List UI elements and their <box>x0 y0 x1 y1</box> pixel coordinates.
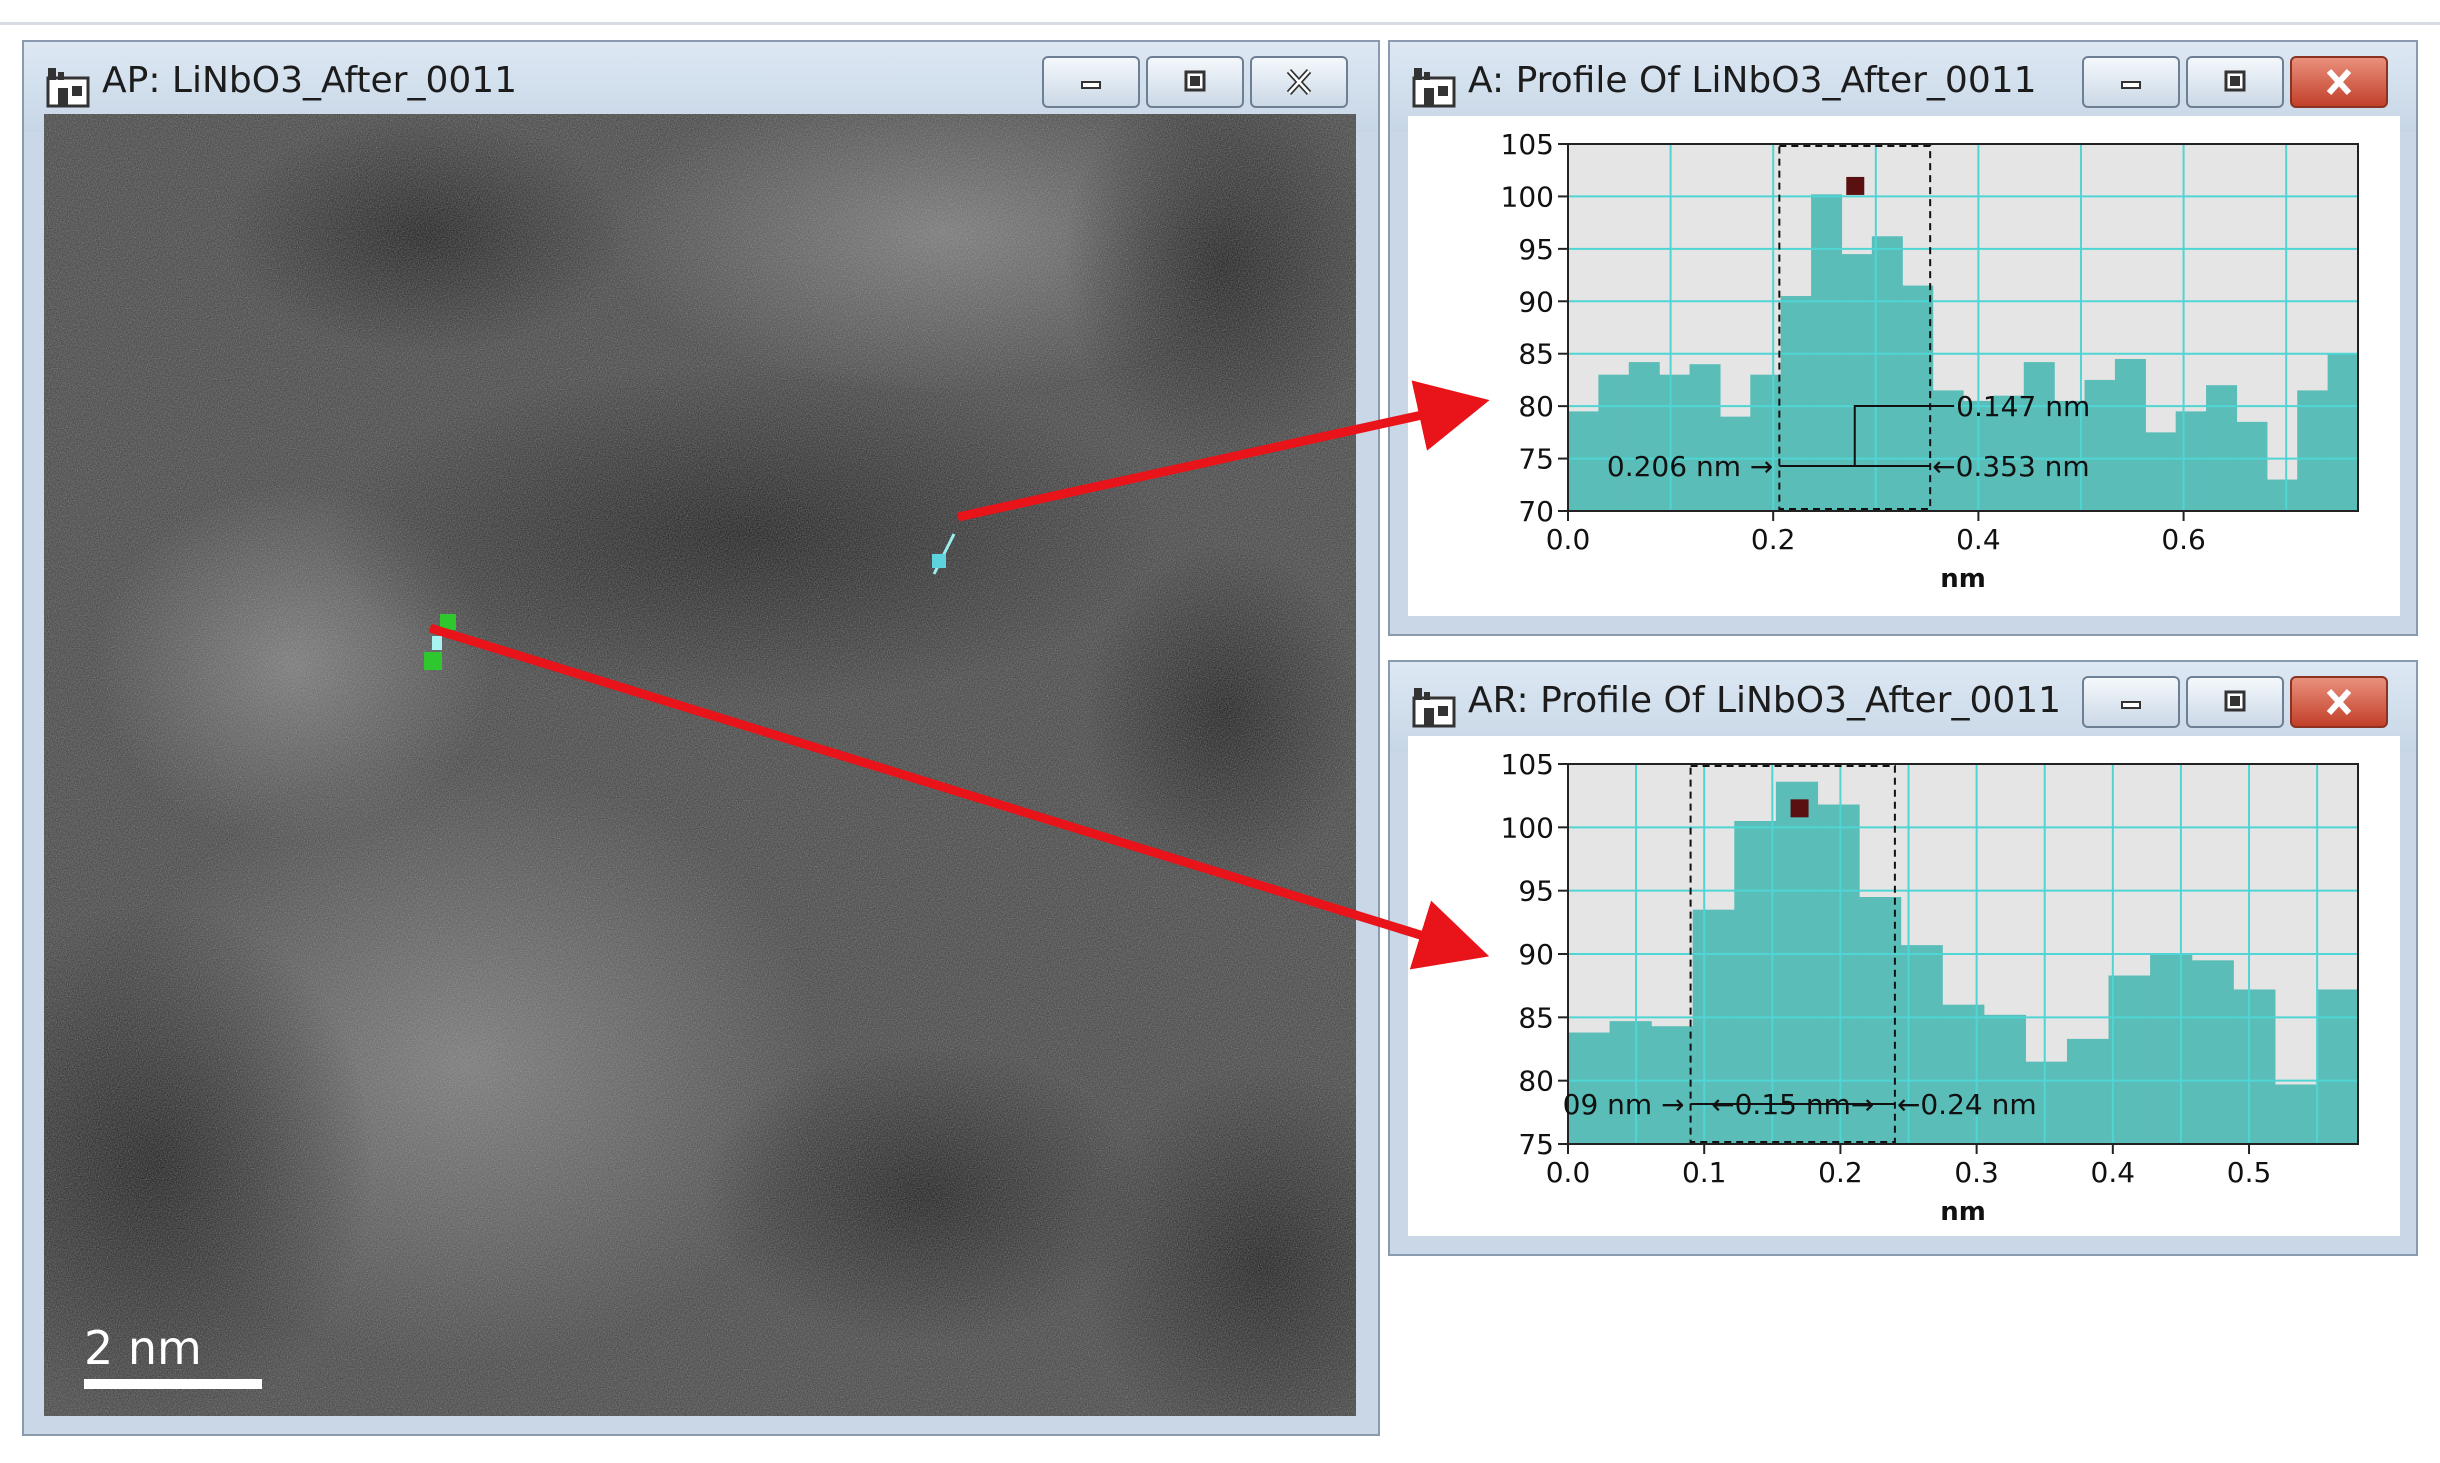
window-app-icon <box>46 68 90 108</box>
x-tick-label: 0.5 <box>2227 1156 2272 1189</box>
profile-bar <box>1841 254 1873 511</box>
peak-marker <box>1790 799 1809 818</box>
profile-bar <box>1568 411 1599 511</box>
x-tick-label: 0.3 <box>1954 1156 1999 1189</box>
image-window-title: AP: LiNbO3_After_0011 <box>102 60 518 101</box>
profile-bar <box>1628 362 1660 511</box>
profile-bar <box>1609 1021 1652 1144</box>
y-tick-label: 90 <box>1518 285 1554 318</box>
x-tick-label: 0.0 <box>1546 1156 1591 1189</box>
profile-bar <box>2114 358 2146 511</box>
y-tick-label: 100 <box>1501 811 1554 844</box>
tem-image-texture: 2 nm <box>44 114 1356 1416</box>
x-tick-label: 0.0 <box>1546 523 1591 556</box>
profile-bar <box>2191 960 2234 1144</box>
profile-bar <box>1902 285 1934 511</box>
profile-bar <box>1983 1014 2026 1144</box>
y-tick-label: 105 <box>1501 128 1554 161</box>
y-tick-label: 80 <box>1518 1065 1554 1098</box>
close-icon <box>1286 68 1312 96</box>
profile-a-title: A: Profile Of LiNbO3_After_0011 <box>1468 60 2037 101</box>
profile-bar <box>1942 1004 1985 1144</box>
x-tick-label: 0.1 <box>1682 1156 1727 1189</box>
maximize-button[interactable] <box>2186 56 2284 108</box>
profile-bar <box>2066 1038 2110 1144</box>
image-window[interactable]: AP: LiNbO3_After_0011 2 nm <box>22 40 1380 1436</box>
profile-bar <box>2150 954 2193 1144</box>
annotation-start: 0.206 nm → <box>1607 450 1773 483</box>
x-axis-label: nm <box>1940 564 1986 594</box>
minimize-button[interactable] <box>1042 56 1140 108</box>
profile-bar <box>1811 194 1843 511</box>
x-tick-label: 0.4 <box>1956 523 2001 556</box>
close-icon <box>2326 68 2352 96</box>
minimize-icon <box>2121 701 2141 709</box>
annotation-width: 0.147 nm <box>1956 390 2090 423</box>
window-app-icon <box>1412 688 1456 728</box>
tem-image[interactable]: 2 nm <box>44 114 1356 1416</box>
profile-bar <box>2175 411 2207 511</box>
maximize-button[interactable] <box>2186 676 2284 728</box>
profile-bar <box>1598 374 1630 511</box>
profile-ar-chart[interactable]: 75808590951001050.0 0.1 0.2 0.3 0.4 0.5nm09 n… <box>1408 736 2400 1236</box>
profile-bar <box>2108 975 2151 1144</box>
y-tick-label: 80 <box>1518 390 1554 423</box>
peak-marker <box>1846 176 1865 195</box>
x-axis-label: nm <box>1940 1197 1986 1227</box>
profile-bar <box>2023 362 2055 511</box>
minimize-button[interactable] <box>2082 676 2180 728</box>
window-app-icon <box>1412 68 1456 108</box>
profile-bar <box>2316 989 2359 1144</box>
top-strip <box>0 0 2440 25</box>
close-icon <box>2326 688 2352 716</box>
y-tick-label: 85 <box>1518 338 1554 371</box>
y-tick-label: 95 <box>1518 875 1554 908</box>
profile-a-window[interactable]: A: Profile Of LiNbO3_After_0011 70 75 80 85… <box>1388 40 2418 636</box>
close-button[interactable] <box>2290 56 2388 108</box>
profile-bar <box>2206 385 2238 511</box>
profile-bar <box>1750 374 1782 511</box>
x-tick-label: 0.6 <box>2161 523 2206 556</box>
profile-bar <box>2327 353 2359 511</box>
annotation-width: ←0.15 nm→ <box>1711 1088 1874 1121</box>
x-tick-label: 0.2 <box>1818 1156 1863 1189</box>
minimize-icon <box>1081 81 1101 89</box>
y-tick-label: 90 <box>1518 938 1554 971</box>
profile-bar <box>2266 479 2298 511</box>
profile-a-chart[interactable]: 7075808590951001050.0 0.2 0.4 0.6nm0.206 nm… <box>1408 116 2400 616</box>
annotation-start: 09 nm → <box>1563 1088 1685 1121</box>
scale-bar-label: 2 nm <box>84 1321 202 1375</box>
annotation-end: ←0.353 nm <box>1932 450 2090 483</box>
maximize-icon <box>1184 70 1206 92</box>
minimize-button[interactable] <box>2082 56 2180 108</box>
y-tick-label: 85 <box>1518 1001 1554 1034</box>
profile-bar <box>1689 364 1721 511</box>
x-tick-label: 0.4 <box>2091 1156 2136 1189</box>
x-tick-label: 0.2 <box>1751 523 1796 556</box>
scale-bar <box>84 1379 262 1389</box>
y-tick-label: 100 <box>1501 180 1554 213</box>
profile-ar-title: AR: Profile Of LiNbO3_After_0011 <box>1468 680 2062 721</box>
profile-bar <box>1651 1026 1694 1144</box>
y-tick-label: 75 <box>1518 443 1554 476</box>
y-tick-label: 105 <box>1501 748 1554 781</box>
maximize-icon <box>2224 690 2246 712</box>
profile-bar <box>2233 989 2276 1144</box>
y-tick-label: 95 <box>1518 233 1554 266</box>
profile-bar <box>2297 390 2329 511</box>
profile-bar <box>1659 374 1691 511</box>
close-button[interactable] <box>1250 56 1348 108</box>
profile-bar <box>2145 432 2177 511</box>
profile-a-chart-area[interactable]: 70 75 80 85 90 95 100 105 0.0 0.2 0.4 0.6 nm 0.206 nm… <box>1408 116 2400 616</box>
profile-ar-window[interactable]: AR: Profile Of LiNbO3_After_0011 75 80 85 9… <box>1388 660 2418 1256</box>
maximize-icon <box>2224 70 2246 92</box>
profile-ar-chart-area[interactable]: 75 80 85 90 95 100 105 0.0 0.1 0.2 0.3 0.4 0.5 nm 09 n… <box>1408 736 2400 1236</box>
maximize-button[interactable] <box>1146 56 1244 108</box>
profile-bar <box>2274 1084 2318 1144</box>
profile-bar <box>2236 421 2268 511</box>
minimize-icon <box>2121 81 2141 89</box>
profile-bar <box>1780 296 1812 511</box>
close-button[interactable] <box>2290 676 2388 728</box>
annotation-end: ←0.24 nm <box>1897 1088 2037 1121</box>
